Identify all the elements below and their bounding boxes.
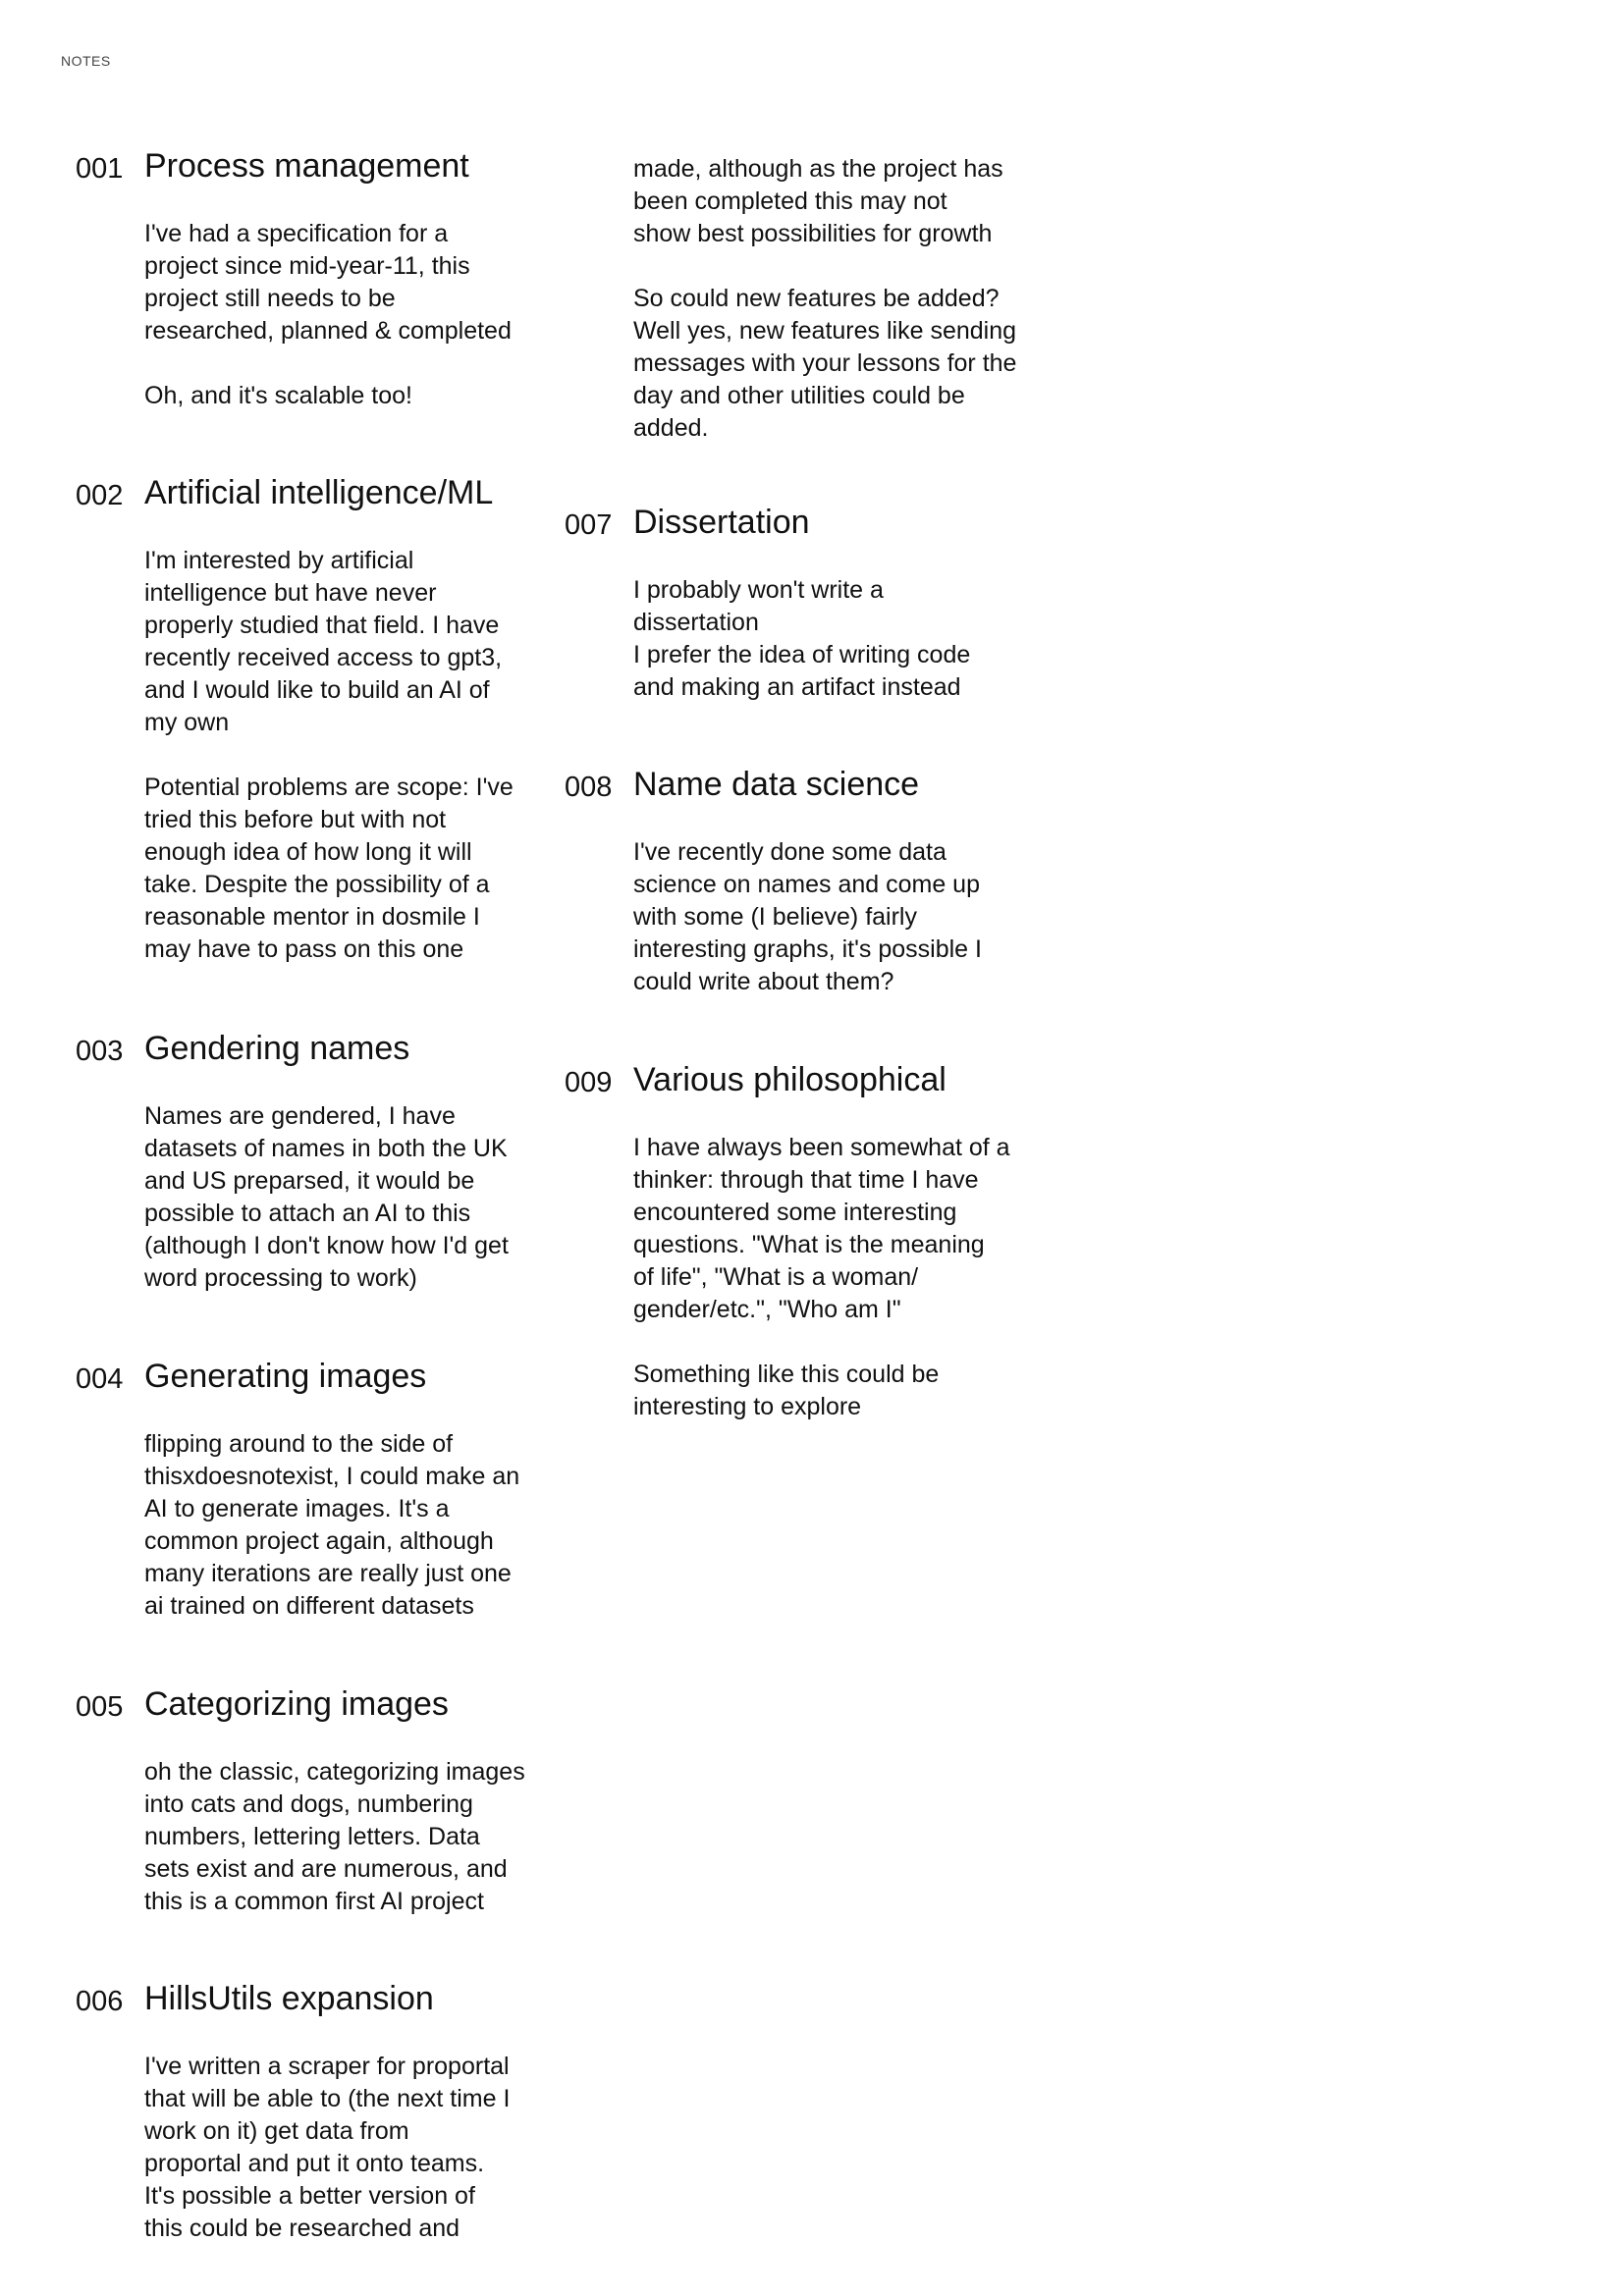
note-line: interesting to explore xyxy=(633,1393,862,1420)
note-line: science on names and come up xyxy=(633,871,980,898)
note-body: Names are gendered, I have datasets of n… xyxy=(144,1100,509,1295)
note-line: and making an artifact instead xyxy=(633,673,961,701)
note-line: researched, planned & completed xyxy=(144,317,512,345)
note-line: I probably won't write a xyxy=(633,576,884,604)
note-line: project still needs to be xyxy=(144,285,396,312)
note-line: may have to pass on this one xyxy=(144,935,464,963)
note-number: 002 xyxy=(76,480,124,511)
note-line: thisxdoesnotexist, I could make an xyxy=(144,1463,520,1490)
note-line: many iterations are really just one xyxy=(144,1560,512,1587)
note-line: Well yes, new features like sending xyxy=(633,317,1017,345)
note-body: I've recently done some data science on … xyxy=(633,836,982,998)
note-line: I've written a scraper for proportal xyxy=(144,2053,510,2080)
note-number: 004 xyxy=(76,1363,124,1395)
note-line: been completed this may not xyxy=(633,187,947,215)
note-line: day and other utilities could be xyxy=(633,382,965,409)
note-line: I prefer the idea of writing code xyxy=(633,641,971,668)
note-body: oh the classic, categorizing images into… xyxy=(144,1756,525,1918)
note-line: I have always been somewhat of a xyxy=(633,1134,1010,1161)
note-line: thinker: through that time I have xyxy=(633,1166,979,1194)
note-line: and I would like to build an AI of xyxy=(144,676,490,704)
note-title: Categorizing images xyxy=(144,1685,449,1723)
note-line: word processing to work) xyxy=(144,1264,417,1292)
note-line: this could be researched and xyxy=(144,2215,460,2242)
note-line: I've recently done some data xyxy=(633,838,947,866)
note-line: AI to generate images. It's a xyxy=(144,1495,450,1522)
document-label: NOTES xyxy=(61,53,111,69)
note-title: HillsUtils expansion xyxy=(144,1980,434,2017)
note-line: datasets of names in both the UK xyxy=(144,1135,508,1162)
note-number: 008 xyxy=(565,772,613,803)
note-line: could write about them? xyxy=(633,968,894,995)
note-body: I've had a specification for a project s… xyxy=(144,218,512,412)
note-line: Oh, and it's scalable too! xyxy=(144,382,412,409)
note-line: enough idea of how long it will xyxy=(144,838,472,866)
note-number: 005 xyxy=(76,1691,124,1723)
note-body: I probably won't write a dissertation I … xyxy=(633,574,970,704)
note-line: I've had a specification for a xyxy=(144,220,449,247)
note-line: added. xyxy=(633,414,709,442)
note-line: oh the classic, categorizing images xyxy=(144,1758,525,1786)
note-line: into cats and dogs, numbering xyxy=(144,1790,473,1818)
note-number: 007 xyxy=(565,509,613,541)
note-line: proportal and put it onto teams. xyxy=(144,2150,485,2177)
note-line: properly studied that field. I have xyxy=(144,612,500,639)
note-line: project since mid-year-11, this xyxy=(144,252,470,280)
note-line: and US preparsed, it would be xyxy=(144,1167,475,1195)
note-body: flipping around to the side of thisxdoes… xyxy=(144,1428,519,1623)
note-line: that will be able to (the next time I xyxy=(144,2085,511,2112)
note-line: take. Despite the possibility of a xyxy=(144,871,490,898)
note-line: Potential problems are scope: I've xyxy=(144,774,514,801)
note-title: Various philosophical xyxy=(633,1061,947,1098)
note-line: my own xyxy=(144,709,230,736)
note-line: messages with your lessons for the xyxy=(633,349,1017,377)
note-line: Names are gendered, I have xyxy=(144,1102,456,1130)
note-line: reasonable mentor in dosmile I xyxy=(144,903,480,931)
note-line: show best possibilities for growth xyxy=(633,220,993,247)
note-line: of life", "What is a woman/ xyxy=(633,1263,919,1291)
note-number: 006 xyxy=(76,1986,124,2017)
note-line: made, although as the project has xyxy=(633,155,1003,183)
note-line: encountered some interesting xyxy=(633,1199,957,1226)
note-number: 009 xyxy=(565,1067,613,1098)
note-line: recently received access to gpt3, xyxy=(144,644,503,671)
note-line: questions. "What is the meaning xyxy=(633,1231,985,1258)
note-body: I'm interested by artificial intelligenc… xyxy=(144,545,514,966)
note-title: Process management xyxy=(144,147,469,185)
note-title: Name data science xyxy=(633,766,920,803)
note-line: intelligence but have never xyxy=(144,579,437,607)
note-body: made, although as the project has been c… xyxy=(633,153,1016,445)
note-line: gender/etc.", "Who am I" xyxy=(633,1296,901,1323)
note-line: It's possible a better version of xyxy=(144,2182,475,2210)
note-line: possible to attach an AI to this xyxy=(144,1200,471,1227)
note-line: dissertation xyxy=(633,609,759,636)
note-line: numbers, lettering letters. Data xyxy=(144,1823,480,1850)
note-line: flipping around to the side of xyxy=(144,1430,454,1458)
note-line: (although I don't know how I'd get xyxy=(144,1232,509,1259)
note-title: Gendering names xyxy=(144,1030,410,1067)
note-number: 001 xyxy=(76,153,124,185)
note-line: work on it) get data from xyxy=(144,2117,409,2145)
note-number: 003 xyxy=(76,1036,124,1067)
note-line: interesting graphs, it's possible I xyxy=(633,935,982,963)
note-body: I've written a scraper for proportal tha… xyxy=(144,2051,510,2245)
note-line: this is a common first AI project xyxy=(144,1888,484,1915)
note-title: Artificial intelligence/ML xyxy=(144,474,494,511)
note-line: common project again, although xyxy=(144,1527,494,1555)
note-body: I have always been somewhat of a thinker… xyxy=(633,1132,1010,1423)
note-line: sets exist and are numerous, and xyxy=(144,1855,508,1883)
note-line: ai trained on different datasets xyxy=(144,1592,474,1620)
note-line: Something like this could be xyxy=(633,1361,940,1388)
note-title: Generating images xyxy=(144,1358,427,1395)
note-line: I'm interested by artificial xyxy=(144,547,414,574)
note-title: Dissertation xyxy=(633,504,810,541)
note-line: tried this before but with not xyxy=(144,806,447,833)
note-line: So could new features be added? xyxy=(633,285,1000,312)
note-line: with some (I believe) fairly xyxy=(633,903,917,931)
